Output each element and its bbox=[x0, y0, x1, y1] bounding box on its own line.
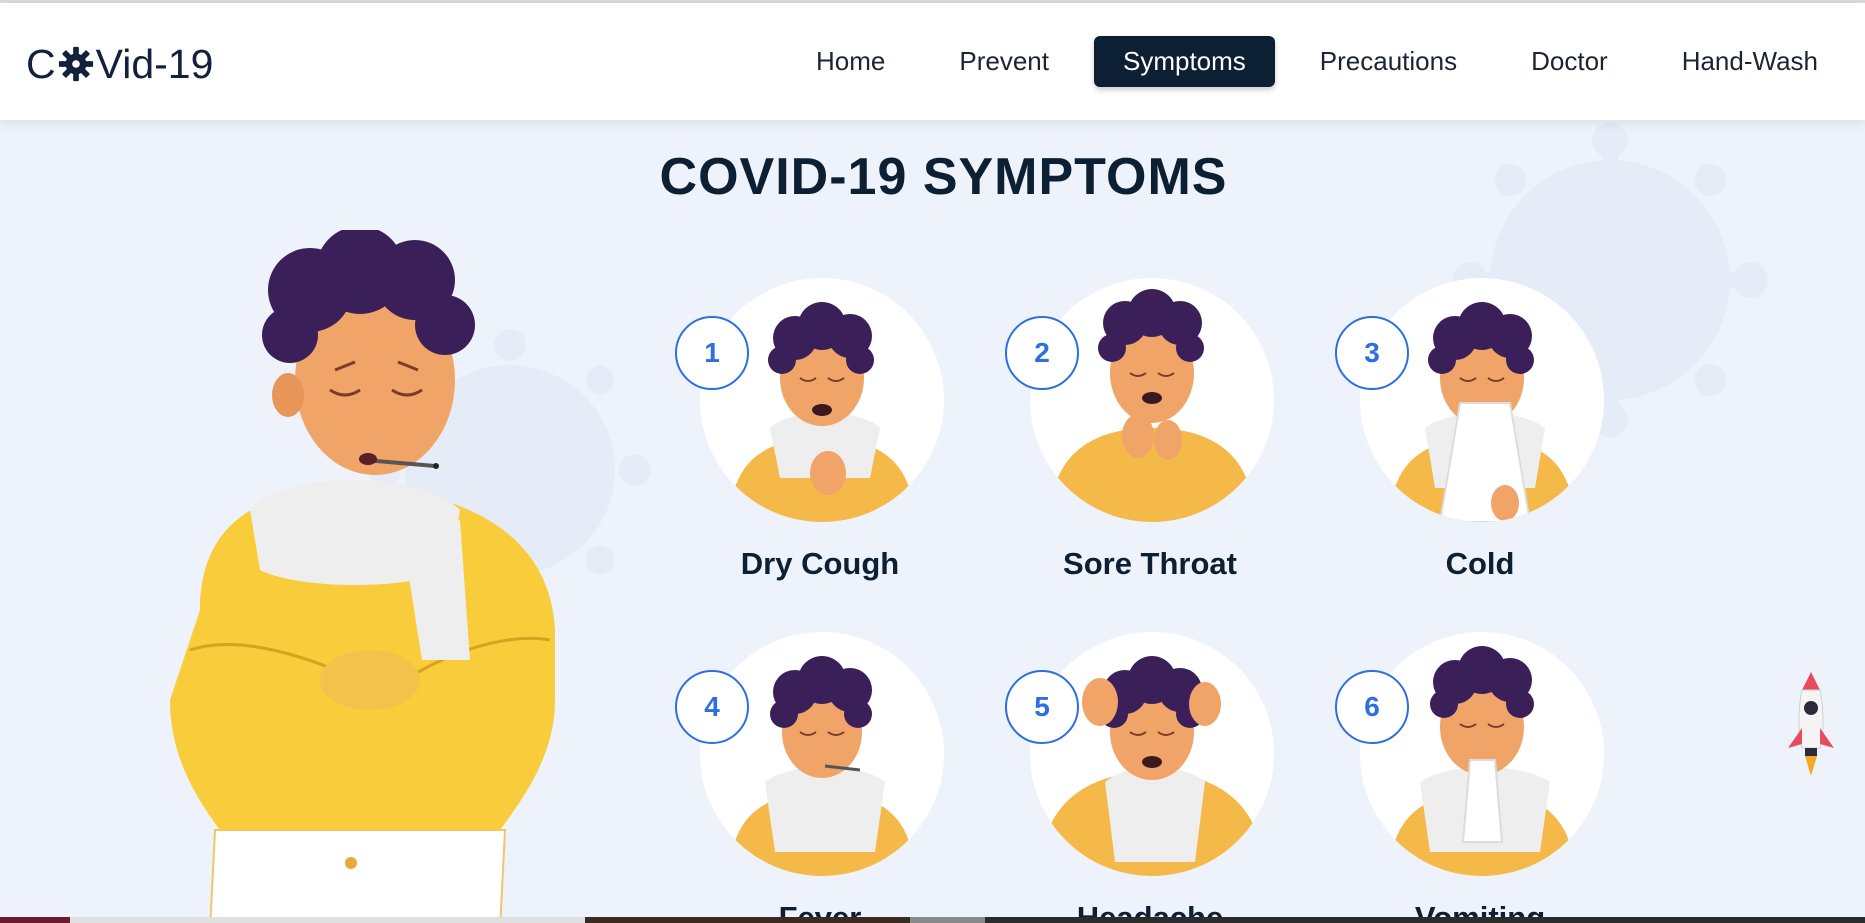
symptom-card-sore-throat: 2 Sore Throat bbox=[1000, 278, 1290, 598]
page-title: COVID-19 SYMPTOMS bbox=[659, 148, 1228, 206]
brand-prefix: C bbox=[26, 40, 56, 87]
symptoms-section: COVID-19 SYMPTOMS 1 Dry Cough 2 Sore Thr… bbox=[0, 120, 1865, 923]
symptom-illustration bbox=[700, 632, 944, 876]
symptom-illustration bbox=[1030, 278, 1274, 522]
symptom-illustration bbox=[1360, 278, 1604, 522]
navbar: C Vid-19 Home Prevent Symptoms Precautio… bbox=[0, 3, 1865, 120]
symptom-number-badge: 5 bbox=[1005, 670, 1079, 744]
nav-precautions[interactable]: Precautions bbox=[1291, 36, 1486, 87]
symptom-illustration bbox=[1030, 632, 1274, 876]
symptom-illustration bbox=[700, 278, 944, 522]
symptom-card-vomiting: 6 Vomiting bbox=[1330, 632, 1620, 923]
sick-man-illustration bbox=[170, 230, 555, 923]
symptom-number-badge: 3 bbox=[1335, 316, 1409, 390]
symptom-label: Sore Throat bbox=[1063, 546, 1237, 581]
symptom-card-headache: 5 Headache bbox=[1000, 632, 1290, 923]
taskbar-strip bbox=[0, 917, 1865, 923]
brand-logo[interactable]: C Vid-19 bbox=[26, 39, 213, 89]
symptom-card-cold: 3 Cold bbox=[1330, 278, 1620, 598]
brand-suffix: Vid-19 bbox=[95, 40, 214, 87]
nav-prevent[interactable]: Prevent bbox=[930, 36, 1078, 87]
symptom-number-badge: 6 bbox=[1335, 670, 1409, 744]
nav-symptoms[interactable]: Symptoms bbox=[1093, 36, 1275, 87]
symptom-label: Dry Cough bbox=[740, 546, 900, 581]
nav-home[interactable]: Home bbox=[787, 36, 914, 87]
symptom-card-fever: 4 Fever bbox=[670, 632, 960, 923]
symptom-number-badge: 4 bbox=[675, 670, 749, 744]
symptom-illustration bbox=[1360, 632, 1604, 876]
symptom-number-badge: 1 bbox=[675, 316, 749, 390]
nav-hand-wash[interactable]: Hand-Wash bbox=[1653, 36, 1847, 87]
main-nav: Home Prevent Symptoms Precautions Doctor… bbox=[771, 36, 1847, 87]
nav-doctor[interactable]: Doctor bbox=[1502, 36, 1637, 87]
rocket-icon[interactable] bbox=[1780, 668, 1842, 780]
virus-gear-icon bbox=[57, 45, 95, 83]
symptom-label: Cold bbox=[1445, 546, 1515, 581]
symptom-card-dry-cough: 1 Dry Cough bbox=[670, 278, 960, 598]
symptom-number-badge: 2 bbox=[1005, 316, 1079, 390]
